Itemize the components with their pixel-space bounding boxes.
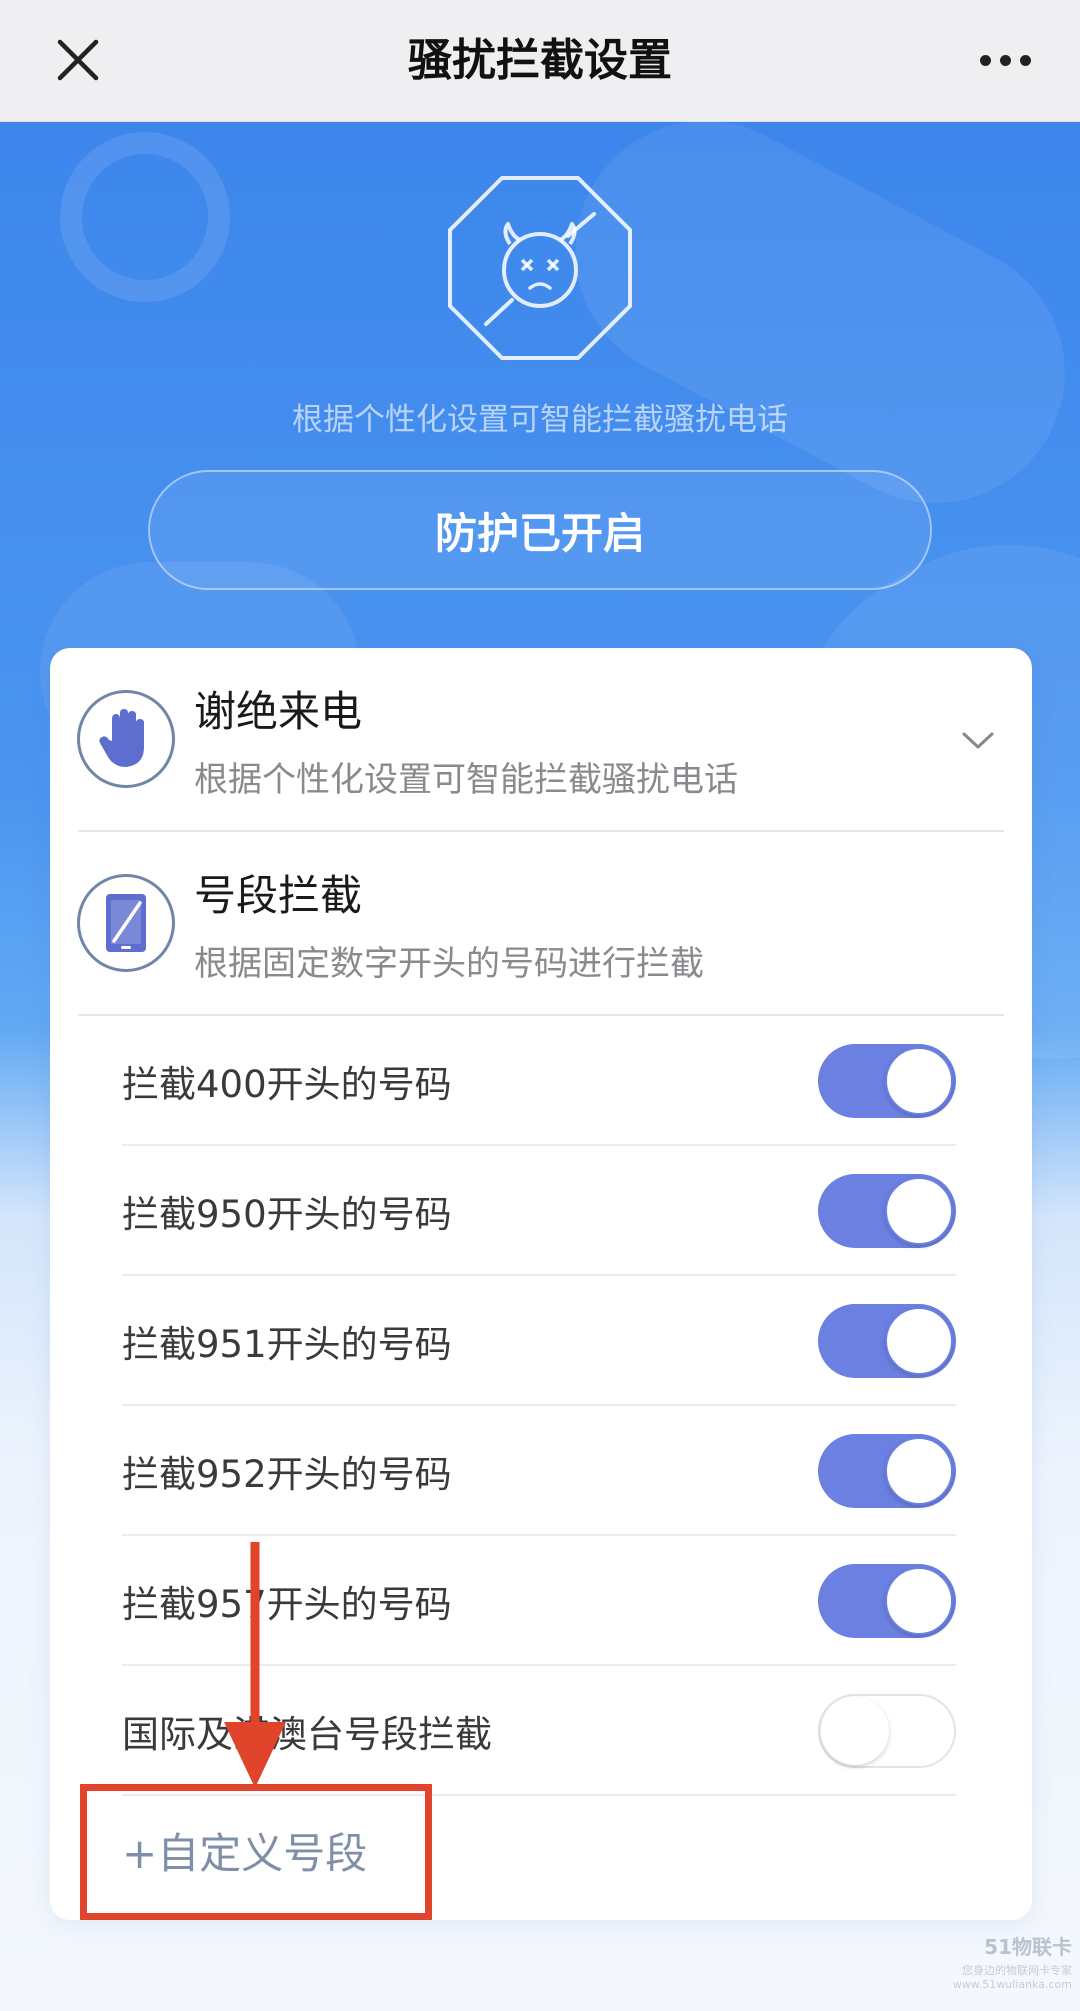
section-description: 根据固定数字开头的号码进行拦截 bbox=[194, 944, 704, 984]
settings-card: 谢绝来电 根据个性化设置可智能拦截骚扰电话 号段拦截 根据固定数字开头的号码进行… bbox=[50, 648, 1032, 1920]
toggle-knob bbox=[885, 1307, 953, 1375]
section-icon bbox=[77, 690, 175, 788]
blocked-devil-shield-icon bbox=[448, 176, 632, 360]
toggle-knob bbox=[885, 1567, 953, 1635]
rule-label: 拦截952开头的号码 bbox=[122, 1453, 452, 1496]
section-description: 根据个性化设置可智能拦截骚扰电话 bbox=[194, 760, 738, 800]
toggle-knob bbox=[885, 1047, 953, 1115]
nav-bar: 骚扰拦截设置 bbox=[0, 0, 1080, 122]
more-dot-icon bbox=[979, 54, 991, 66]
rule-label: 拦截400开头的号码 bbox=[122, 1063, 452, 1106]
protection-status-button[interactable]: 防护已开启 bbox=[148, 470, 932, 590]
section-number-segment-block: 号段拦截 根据固定数字开头的号码进行拦截 bbox=[50, 832, 1032, 1016]
rule-toggle-951[interactable] bbox=[818, 1304, 956, 1378]
chevron-down-icon[interactable] bbox=[958, 720, 998, 760]
rule-row-950: 拦截950开头的号码 bbox=[122, 1146, 956, 1276]
watermark-brand: 51物联卡 bbox=[984, 1935, 1072, 1959]
rule-row-952: 拦截952开头的号码 bbox=[122, 1406, 956, 1536]
decorative-ring bbox=[60, 132, 230, 302]
hero-subtitle: 根据个性化设置可智能拦截骚扰电话 bbox=[292, 402, 788, 438]
section-icon bbox=[77, 874, 175, 972]
watermark-slogan: 您身边的物联网卡专家 bbox=[962, 1964, 1072, 1977]
section-title: 号段拦截 bbox=[194, 871, 363, 920]
section-title: 谢绝来电 bbox=[194, 687, 363, 736]
rule-label: 拦截950开头的号码 bbox=[122, 1193, 452, 1236]
annotation-arrow-icon bbox=[224, 1542, 286, 1788]
rule-toggle-952[interactable] bbox=[818, 1434, 956, 1508]
toggle-knob bbox=[885, 1177, 953, 1245]
toggle-knob bbox=[821, 1697, 889, 1765]
watermark-logo: 51物联卡 您身边的物联网卡专家 www.51wulianka.com bbox=[932, 1931, 1072, 1991]
rule-toggle-950[interactable] bbox=[818, 1174, 956, 1248]
rule-row-400: 拦截400开头的号码 bbox=[122, 1016, 956, 1146]
rule-toggle-international[interactable] bbox=[818, 1694, 956, 1768]
more-dot-icon bbox=[999, 54, 1011, 66]
phone-slash-icon bbox=[106, 894, 146, 952]
rule-label: 国际及港澳台号段拦截 bbox=[122, 1713, 492, 1756]
section-reject-calls[interactable]: 谢绝来电 根据个性化设置可智能拦截骚扰电话 bbox=[50, 648, 1032, 832]
hand-stop-icon bbox=[99, 709, 144, 767]
more-options-button[interactable] bbox=[970, 30, 1040, 90]
toggle-knob bbox=[885, 1437, 953, 1505]
rule-label: 拦截951开头的号码 bbox=[122, 1323, 452, 1366]
more-dot-icon bbox=[1019, 54, 1031, 66]
annotation-highlight-box bbox=[80, 1784, 432, 1920]
rule-toggle-957[interactable] bbox=[818, 1564, 956, 1638]
rule-toggle-400[interactable] bbox=[818, 1044, 956, 1118]
rule-row-951: 拦截951开头的号码 bbox=[122, 1276, 956, 1406]
watermark-url: www.51wulianka.com bbox=[952, 1978, 1072, 1991]
page-title: 骚扰拦截设置 bbox=[408, 35, 672, 86]
